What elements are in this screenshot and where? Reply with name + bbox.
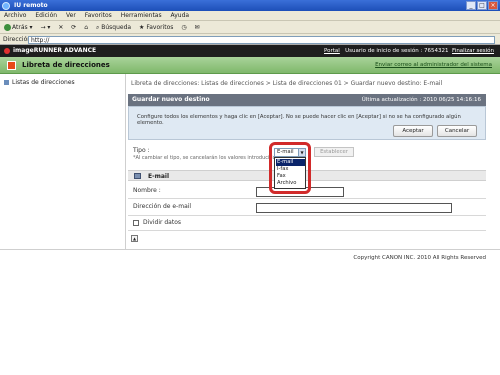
close-icon[interactable]: × bbox=[488, 1, 498, 10]
type-note: *Al cambiar el tipo, se cancelarán los v… bbox=[133, 155, 280, 161]
panel-body: Configure todos los elementos y haga cli… bbox=[128, 106, 486, 140]
list-icon bbox=[4, 80, 9, 85]
menu-herramientas[interactable]: Herramientas bbox=[121, 12, 162, 19]
portal-link[interactable]: Portal bbox=[324, 48, 340, 54]
divider bbox=[128, 198, 486, 199]
page-title: Libreta de direcciones bbox=[22, 61, 110, 69]
instruction-text: Configure todos los elementos y haga cli… bbox=[137, 114, 461, 126]
menu-archivo[interactable]: Archivo bbox=[4, 12, 26, 19]
back-arrow-icon bbox=[4, 24, 11, 31]
menu-ver[interactable]: Ver bbox=[66, 12, 76, 19]
mail-icon[interactable]: ✉ bbox=[195, 21, 200, 34]
panel-title: Guardar nuevo destino bbox=[132, 96, 210, 103]
email-address-label: Dirección de e-mail bbox=[133, 203, 192, 210]
name-label: Nombre : bbox=[133, 187, 161, 194]
browser-icon bbox=[2, 2, 10, 10]
window-title: IU remoto bbox=[14, 2, 48, 9]
session-info: Portal Usuario de inicio de sesión : 765… bbox=[324, 45, 494, 57]
menu-ayuda[interactable]: Ayuda bbox=[171, 12, 190, 19]
home-icon[interactable]: ⌂ bbox=[84, 21, 88, 34]
stop-icon[interactable]: ✕ bbox=[58, 21, 63, 34]
canon-logo-icon bbox=[4, 48, 10, 54]
product-name: imageRUNNER ADVANCE bbox=[13, 47, 97, 54]
scroll-top-icon[interactable]: ▲ bbox=[131, 235, 138, 242]
last-update: Última actualización : 2010 06/25 14:16:… bbox=[361, 97, 481, 103]
footer: Copyright CANON INC. 2010 All Rights Res… bbox=[0, 249, 500, 375]
menu-favoritos[interactable]: Favoritos bbox=[85, 12, 112, 19]
split-data-checkbox[interactable] bbox=[133, 220, 139, 226]
sidebar bbox=[0, 74, 126, 249]
favorites-button[interactable]: ★ Favoritos bbox=[139, 21, 173, 34]
browser-toolbar: Atrás ▾ → ▾ ✕ ⟳ ⌂ ⌕ Búsqueda ★ Favoritos… bbox=[0, 21, 500, 34]
refresh-icon[interactable]: ⟳ bbox=[71, 21, 76, 34]
copyright: Copyright CANON INC. 2010 All Rights Res… bbox=[353, 255, 486, 261]
search-button[interactable]: ⌕ Búsqueda bbox=[96, 21, 131, 34]
logout-link[interactable]: Finalizar sesión bbox=[452, 48, 494, 54]
brand-bar: imageRUNNER ADVANCE Portal Usuario de in… bbox=[0, 45, 500, 57]
email-address-input[interactable] bbox=[256, 203, 452, 213]
split-data-label: Dividir datos bbox=[143, 219, 181, 226]
panel-header: Guardar nuevo destino Última actualizaci… bbox=[128, 94, 486, 106]
accept-button[interactable]: Aceptar bbox=[393, 125, 433, 137]
email-section-title: E-mail bbox=[148, 173, 170, 180]
set-button[interactable]: Establecer bbox=[314, 147, 354, 157]
maximize-button[interactable]: □ bbox=[477, 1, 487, 10]
forward-button[interactable]: → ▾ bbox=[40, 21, 50, 34]
back-button[interactable]: Atrás ▾ bbox=[4, 21, 33, 34]
divider bbox=[128, 215, 486, 216]
menu-edicion[interactable]: Edición bbox=[35, 12, 57, 19]
window-title-bar: IU remoto bbox=[0, 0, 500, 11]
cancel-button[interactable]: Cancelar bbox=[437, 125, 477, 137]
history-icon[interactable]: ◷ bbox=[181, 21, 186, 34]
sidebar-item-address-lists[interactable]: Listas de direcciones bbox=[4, 79, 75, 87]
callout-highlight bbox=[269, 142, 311, 194]
email-icon bbox=[134, 173, 141, 179]
type-label: Tipo : bbox=[133, 147, 150, 154]
address-input[interactable]: http:// bbox=[28, 36, 495, 44]
user-session: Usuario de inicio de sesión : 7654321 bbox=[345, 48, 449, 54]
mail-admin-link[interactable]: Enviar correo al administrador del siste… bbox=[375, 62, 492, 68]
address-label: Dirección bbox=[3, 36, 32, 43]
menu-bar: Archivo Edición Ver Favoritos Herramient… bbox=[0, 11, 500, 21]
app-header: Libreta de direcciones Enviar correo al … bbox=[0, 57, 500, 74]
minimize-button[interactable]: _ bbox=[466, 1, 476, 10]
address-book-icon bbox=[7, 61, 16, 70]
divider bbox=[128, 230, 486, 231]
breadcrumb: Libreta de direcciones: Listas de direcc… bbox=[131, 80, 443, 87]
